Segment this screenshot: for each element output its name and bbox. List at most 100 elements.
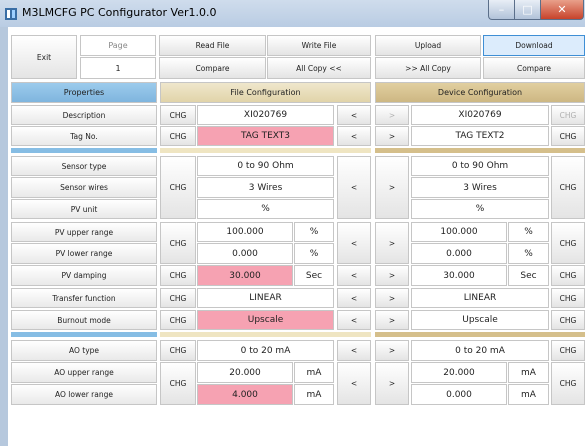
pv-unit-device-value: % [411,199,549,219]
ao-type-label: AO type [11,340,157,361]
ao-type-device-value: 0 to 20 mA [411,340,549,361]
ao-range-copy-right-button[interactable]: > [375,362,409,405]
section-divider [160,332,371,337]
pv-lower-file-unit: % [294,243,334,264]
pv-lower-range-label: PV lower range [11,243,157,264]
sensor-wires-device-value: 3 Wires [411,177,549,198]
maximize-button[interactable]: □ [515,0,541,20]
sensor-wires-label: Sensor wires [11,177,157,198]
description-file-chg-button[interactable]: CHG [160,105,196,125]
transfer-function-label: Transfer function [11,288,157,308]
ao-upper-device-value: 20.000 [411,362,507,383]
pv-lower-device-unit: % [508,243,549,264]
device-configuration-header: Device Configuration [375,82,585,103]
pv-lower-file-value: 0.000 [197,243,293,264]
description-copy-right-button[interactable]: > [375,105,409,125]
pv-upper-file-unit: % [294,222,334,242]
pv-range-copy-right-button[interactable]: > [375,222,409,264]
section-divider [11,148,157,153]
sensor-wires-file-value: 3 Wires [197,177,334,198]
transfer-copy-left-button[interactable]: < [337,288,371,308]
title-bar: M3LMCFG PC Configurator Ver1.0.0 – □ ✕ [0,0,585,27]
pv-range-copy-left-button[interactable]: < [337,222,371,264]
burnout-copy-left-button[interactable]: < [337,310,371,330]
pv-range-device-chg-button[interactable]: CHG [551,222,585,264]
tag-no-copy-left-button[interactable]: < [337,126,371,146]
section-divider [375,332,585,337]
pv-damping-device-chg-button[interactable]: CHG [551,265,585,286]
tag-no-copy-right-button[interactable]: > [375,126,409,146]
read-file-button[interactable]: Read File [159,35,266,56]
download-button[interactable]: Download [483,35,585,56]
pv-range-file-chg-button[interactable]: CHG [160,222,196,264]
pv-damping-label: PV damping [11,265,157,286]
upload-button[interactable]: Upload [375,35,481,56]
minimize-icon: – [498,3,505,16]
tag-no-label: Tag No. [11,126,157,146]
ao-range-file-chg-button[interactable]: CHG [160,362,196,405]
burnout-copy-right-button[interactable]: > [375,310,409,330]
compare-file-button[interactable]: Compare [159,57,266,79]
tag-no-device-chg-button[interactable]: CHG [551,126,585,146]
pv-upper-range-label: PV upper range [11,222,157,242]
ao-range-device-chg-button[interactable]: CHG [551,362,585,405]
burnout-file-chg-button[interactable]: CHG [160,310,196,330]
transfer-file-value: LINEAR [197,288,334,308]
tag-no-file-chg-button[interactable]: CHG [160,126,196,146]
ao-upper-file-value: 20.000 [197,362,293,383]
compare-device-button[interactable]: Compare [483,57,585,79]
pv-damping-copy-left-button[interactable]: < [337,265,371,286]
page-number: 1 [80,57,156,79]
close-button[interactable]: ✕ [541,0,584,20]
app-icon [5,8,17,20]
description-device-chg-button[interactable]: CHG [551,105,585,125]
description-device-value: XI020769 [411,105,549,125]
sensor-file-chg-button[interactable]: CHG [160,156,196,219]
all-copy-left-button[interactable]: All Copy << [267,57,371,79]
close-icon: ✕ [557,3,567,16]
ao-lower-range-label: AO lower range [11,384,157,405]
pv-unit-file-value: % [197,199,334,219]
sensor-device-chg-button[interactable]: CHG [551,156,585,219]
burnout-mode-label: Burnout mode [11,310,157,330]
ao-type-device-chg-button[interactable]: CHG [551,340,585,361]
sensor-type-label: Sensor type [11,156,157,176]
write-file-button[interactable]: Write File [267,35,371,56]
description-label: Description [11,105,157,125]
ao-type-copy-left-button[interactable]: < [337,340,371,361]
ao-upper-range-label: AO upper range [11,362,157,383]
sensor-copy-right-button[interactable]: > [375,156,409,219]
pv-unit-label: PV unit [11,199,157,219]
pv-damping-file-chg-button[interactable]: CHG [160,265,196,286]
file-configuration-header: File Configuration [160,82,371,103]
section-divider [11,332,157,337]
burnout-device-chg-button[interactable]: CHG [551,310,585,330]
tag-no-device-value: TAG TEXT2 [411,126,549,146]
ao-lower-file-unit: mA [294,384,334,405]
pv-lower-device-value: 0.000 [411,243,507,264]
ao-type-file-chg-button[interactable]: CHG [160,340,196,361]
pv-damping-file-unit: Sec [294,265,334,286]
pv-damping-copy-right-button[interactable]: > [375,265,409,286]
maximize-icon: □ [522,3,533,16]
minimize-button[interactable]: – [488,0,515,20]
transfer-file-chg-button[interactable]: CHG [160,288,196,308]
ao-lower-file-value: 4.000 [197,384,293,405]
ao-upper-file-unit: mA [294,362,334,383]
transfer-device-chg-button[interactable]: CHG [551,288,585,308]
transfer-device-value: LINEAR [411,288,549,308]
ao-range-copy-left-button[interactable]: < [337,362,371,405]
exit-button[interactable]: Exit [11,35,77,79]
page-label: Page [80,35,156,56]
ao-type-copy-right-button[interactable]: > [375,340,409,361]
burnout-device-value: Upscale [411,310,549,330]
window-title: M3LMCFG PC Configurator Ver1.0.0 [22,6,217,19]
app-window: M3LMCFG PC Configurator Ver1.0.0 – □ ✕ E… [0,0,585,446]
sensor-type-device-value: 0 to 90 Ohm [411,156,549,176]
all-copy-right-button[interactable]: >> All Copy [375,57,481,79]
sensor-copy-left-button[interactable]: < [337,156,371,219]
transfer-copy-right-button[interactable]: > [375,288,409,308]
description-copy-left-button[interactable]: < [337,105,371,125]
sensor-type-file-value: 0 to 90 Ohm [197,156,334,176]
pv-upper-device-unit: % [508,222,549,242]
